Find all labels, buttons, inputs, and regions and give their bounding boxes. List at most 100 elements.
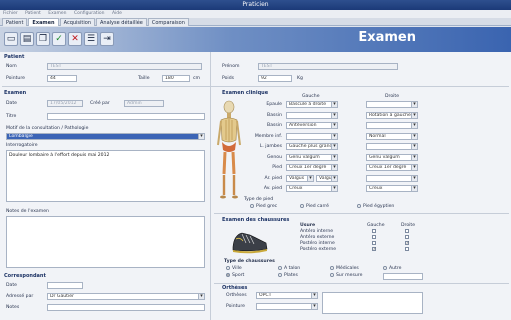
clinique-gauche-select[interactable]: Bascule à droite [286, 101, 338, 108]
interrogatoire-textarea[interactable]: Douleur lombaire à l'effort depuis mai 2… [6, 150, 205, 202]
clinique-gauche-select[interactable]: Gauche plus grande [286, 143, 338, 150]
ortheses-select[interactable]: OPCT [256, 292, 318, 299]
section-examen-clinique-title: Examen clinique [222, 90, 269, 96]
clinique-droite-select[interactable]: Normal [366, 132, 418, 140]
clinique-droite-select[interactable] [366, 174, 418, 182]
clinique-gauche-select[interactable]: Genu valgum [286, 153, 338, 161]
clinique-droite-select[interactable] [366, 122, 418, 129]
copy-icon[interactable]: ❐ [36, 32, 50, 46]
clinique-droite-select[interactable]: Creux [366, 185, 418, 192]
nom-field[interactable]: TEST [47, 63, 202, 70]
radio-pied-egyptien[interactable] [357, 204, 361, 208]
delete-x-icon[interactable]: ✕ [68, 32, 82, 46]
chaussures-col-droite: Droite [401, 223, 416, 228]
clinique-gauche-select[interactable] [286, 132, 338, 140]
clinique-droite-select[interactable] [366, 143, 418, 150]
tab-comparaison[interactable]: Comparaison [147, 18, 189, 26]
cree-par-field[interactable]: Admin [124, 100, 164, 107]
usure-droite-checkbox[interactable] [405, 240, 409, 245]
main-content: Patient Nom TEST Pointure 44 Taille 180 … [0, 52, 511, 320]
usure-droite-checkbox[interactable] [405, 247, 409, 251]
usure-gauche-checkbox[interactable] [372, 241, 376, 245]
adresse-par-select[interactable]: Dr Gautier [47, 293, 205, 300]
usure-row-label: Postéro interne [300, 241, 335, 246]
radio-medicales[interactable] [330, 266, 334, 270]
menu-bar: Fichier Patient Examen Configuration Aid… [0, 10, 511, 18]
usure-droite-checkbox[interactable] [405, 235, 409, 239]
clinique-gauche-select[interactable]: Creux 1er degré [286, 164, 338, 171]
ortheses-notes-textarea[interactable] [322, 292, 423, 314]
radio-pied-grec[interactable] [250, 204, 254, 208]
window-title: Praticien [242, 1, 269, 8]
correspondant-date-field[interactable] [47, 282, 83, 289]
ortheses-pointure-select[interactable] [256, 303, 318, 310]
motif-select[interactable]: Lombalgie [6, 133, 205, 140]
type-pied-label: Type de pied [244, 197, 274, 202]
tab-acquisition[interactable]: Acquisition [59, 18, 95, 26]
radio-autre[interactable] [383, 266, 387, 270]
divider [214, 213, 509, 214]
type-chaussures-label: Type de chaussures [224, 259, 275, 264]
clinique-droite-select[interactable]: Creux 1er degré [366, 164, 418, 171]
divider [214, 283, 509, 284]
list-icon[interactable]: ☰ [84, 32, 98, 46]
radio-sport[interactable] [226, 273, 230, 277]
clinique-droite-select[interactable]: Genu valgum [366, 153, 418, 161]
tab-patient[interactable]: Patient [2, 18, 28, 26]
print-icon[interactable]: ▤ [20, 32, 34, 46]
taille-field[interactable]: 180 [162, 75, 190, 82]
tab-analyse-detaillee[interactable]: Analyse détaillée [96, 18, 147, 26]
nom-label: Nom [6, 64, 17, 69]
menu-item-examen[interactable]: Examen [48, 11, 66, 16]
date-field[interactable]: 17/05/2012 [47, 100, 83, 107]
titre-field[interactable] [47, 113, 205, 120]
ortheses-label: Orthèses [226, 293, 247, 298]
menu-item-aide[interactable]: Aide [112, 11, 122, 16]
clinique-gauche-select[interactable]: Valgus [286, 174, 314, 182]
toolbar: ▭ ▤ ❐ ✓ ✕ ☰ ⇥ Examen [0, 27, 511, 52]
menu-item-patient[interactable]: Patient [25, 11, 41, 16]
titre-label: Titre [6, 114, 17, 119]
a-talon-label: A talon [284, 266, 301, 271]
menu-item-configuration[interactable]: Configuration [74, 11, 105, 16]
motif-label: Motif de la consultation / Pathologie [6, 126, 89, 131]
taille-label: Taille [138, 76, 150, 81]
notes-examen-textarea[interactable] [6, 216, 205, 268]
clinique-col-droite: Droite [385, 94, 400, 99]
clinique-droite-select[interactable] [366, 101, 418, 108]
clinique-gauche-select[interactable] [286, 111, 338, 119]
usure-label: Usure [300, 223, 316, 228]
radio-a-talon[interactable] [278, 266, 282, 270]
autre-field[interactable] [383, 273, 423, 280]
clinique-droite-select[interactable]: Rotation à gauche [366, 111, 418, 119]
autre-label: Autre [389, 266, 402, 271]
interrogatoire-label: Interrogatoire [6, 143, 38, 148]
radio-ville[interactable] [226, 266, 230, 270]
usure-gauche-checkbox[interactable] [372, 246, 376, 251]
medicales-label: Médicales [336, 266, 359, 271]
new-document-icon[interactable]: ▭ [4, 32, 18, 46]
usure-row-label: Postéro externe [300, 247, 337, 252]
pied-egyptien-label: Pied égyptien [363, 204, 395, 209]
radio-sur-mesure[interactable] [330, 273, 334, 277]
usure-gauche-checkbox[interactable] [372, 229, 376, 233]
shoe-illustration-icon [232, 232, 268, 254]
usure-gauche-checkbox[interactable] [372, 235, 376, 239]
poids-field[interactable]: 92 [258, 75, 292, 82]
correspondant-notes-field[interactable] [47, 304, 205, 311]
prenom-field[interactable]: TEST [258, 63, 398, 70]
clinique-gauche-select[interactable]: Antéversion [286, 122, 338, 129]
clinique-gauche-select[interactable]: Creux [286, 185, 338, 192]
menu-item-fichier[interactable]: Fichier [3, 11, 18, 16]
validate-check-icon[interactable]: ✓ [52, 32, 66, 46]
radio-plates[interactable] [278, 273, 282, 277]
cree-par-label: Créé par [90, 101, 110, 106]
pointure-field[interactable]: 44 [47, 75, 77, 82]
tab-examen[interactable]: Examen [28, 18, 59, 26]
export-icon[interactable]: ⇥ [100, 32, 114, 46]
usure-droite-checkbox[interactable] [405, 229, 409, 233]
radio-pied-carre[interactable] [300, 204, 304, 208]
divider [2, 86, 509, 87]
clinique-gauche-select[interactable]: Valgus [316, 174, 338, 182]
correspondant-date-label: Date [6, 283, 17, 288]
